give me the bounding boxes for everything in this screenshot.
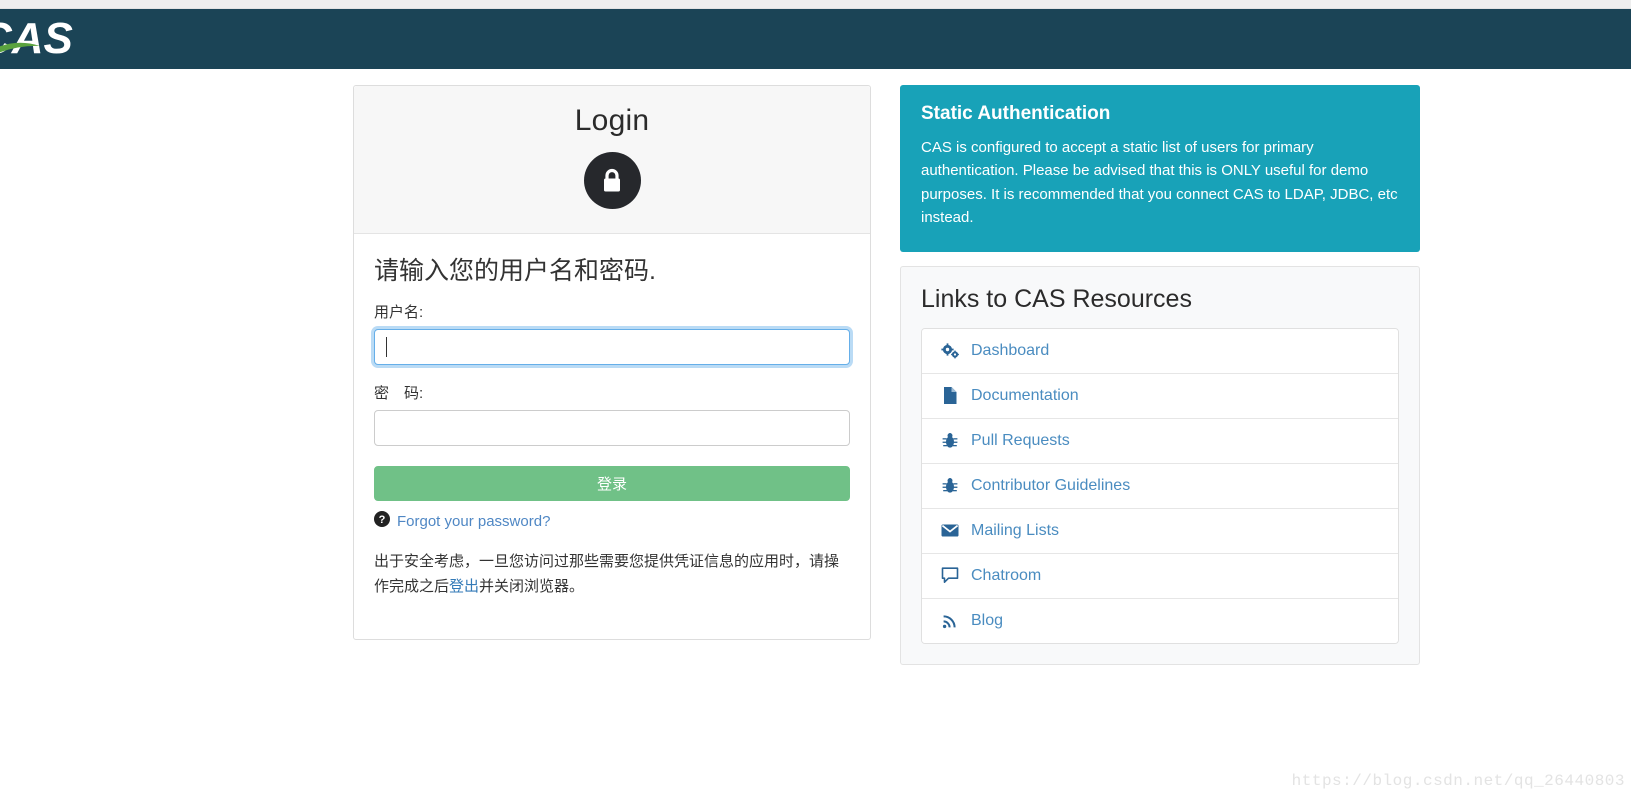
list-item-label: Documentation: [971, 386, 1079, 404]
list-item-chatroom[interactable]: Chatroom: [922, 553, 1398, 599]
bug-icon: [940, 432, 959, 449]
security-notice-after: 并关闭浏览器。: [479, 578, 585, 595]
login-prompt: 请输入您的用户名和密码.: [374, 257, 656, 285]
list-item-documentation[interactable]: Documentation: [922, 373, 1398, 419]
page-body: Login 请输入您的用户名和密码. 用户名: 密 码: 登录 ? Forgot…: [0, 69, 1631, 796]
username-input[interactable]: [374, 329, 850, 366]
username-input-wrap: [374, 329, 850, 366]
static-authentication-body: CAS is configured to accept a static lis…: [921, 139, 1398, 227]
file-icon: [940, 387, 959, 405]
content-columns: Login 请输入您的用户名和密码. 用户名: 密 码: 登录 ? Forgot…: [353, 85, 1420, 665]
question-circle-icon: ?: [374, 511, 390, 531]
list-item-label: Dashboard: [971, 341, 1050, 359]
bug-icon: [940, 477, 959, 494]
security-notice: 出于安全考虑，一旦您访问过那些需要您提供凭证信息的应用时，请操作完成之后登出并关…: [374, 550, 850, 600]
login-card-header: Login: [354, 86, 870, 234]
password-label: 密 码:: [374, 385, 424, 403]
list-item-mailing-lists[interactable]: Mailing Lists: [922, 508, 1398, 554]
padlock-icon: [583, 152, 641, 209]
site-header: CAS: [0, 9, 1631, 69]
svg-text:?: ?: [379, 514, 386, 526]
username-field-block: 用户名:: [374, 301, 850, 366]
rss-icon: [940, 613, 959, 629]
page-title: Login: [574, 104, 650, 137]
list-item-label: Pull Requests: [971, 431, 1070, 449]
list-item-pull-requests[interactable]: Pull Requests: [922, 418, 1398, 464]
cas-logo-text: CAS: [0, 14, 73, 63]
comment-icon: [940, 567, 959, 584]
list-item-label: Blog: [971, 611, 1004, 629]
cas-resources-list: Dashboard Documentation Pull Requests Co…: [921, 327, 1399, 644]
forgot-password-row: ? Forgot your password?: [374, 511, 850, 531]
password-input[interactable]: [374, 410, 850, 447]
forgot-password-link[interactable]: Forgot your password?: [397, 513, 550, 530]
login-card: Login 请输入您的用户名和密码. 用户名: 密 码: 登录 ? Forgot…: [353, 85, 871, 640]
username-label: 用户名:: [374, 304, 424, 322]
list-item-label: Chatroom: [971, 566, 1042, 584]
static-authentication-title: Static Authentication: [921, 103, 1111, 124]
list-item-label: Mailing Lists: [971, 521, 1060, 539]
list-item-dashboard[interactable]: Dashboard: [922, 328, 1398, 374]
text-caret: [386, 337, 387, 358]
cas-resources-title: Links to CAS Resources: [921, 284, 1192, 313]
cogs-icon: [940, 342, 959, 359]
list-item-blog[interactable]: Blog: [922, 598, 1398, 643]
list-item-label: Contributor Guidelines: [971, 476, 1131, 494]
login-submit-button[interactable]: 登录: [374, 466, 850, 502]
watermark: https://blog.csdn.net/qq_26440803: [1291, 772, 1625, 790]
password-field-block: 密 码:: [374, 382, 850, 447]
static-authentication-panel: Static Authentication CAS is configured …: [900, 85, 1420, 252]
login-form: 请输入您的用户名和密码. 用户名: 密 码: 登录 ? Forgot your …: [354, 234, 870, 639]
right-column: Static Authentication CAS is configured …: [900, 85, 1420, 665]
envelope-icon: [940, 524, 959, 537]
top-strip: [0, 0, 1631, 9]
list-item-contributor-guidelines[interactable]: Contributor Guidelines: [922, 463, 1398, 509]
cas-resources-panel: Links to CAS Resources Dashboard Documen…: [900, 265, 1420, 665]
security-notice-before: 出于安全考虑，一旦您访问过那些需要您提供凭证信息的应用时，请操作完成之后: [374, 553, 840, 595]
logout-link[interactable]: 登出: [449, 578, 479, 595]
cas-logo: CAS: [0, 13, 98, 65]
